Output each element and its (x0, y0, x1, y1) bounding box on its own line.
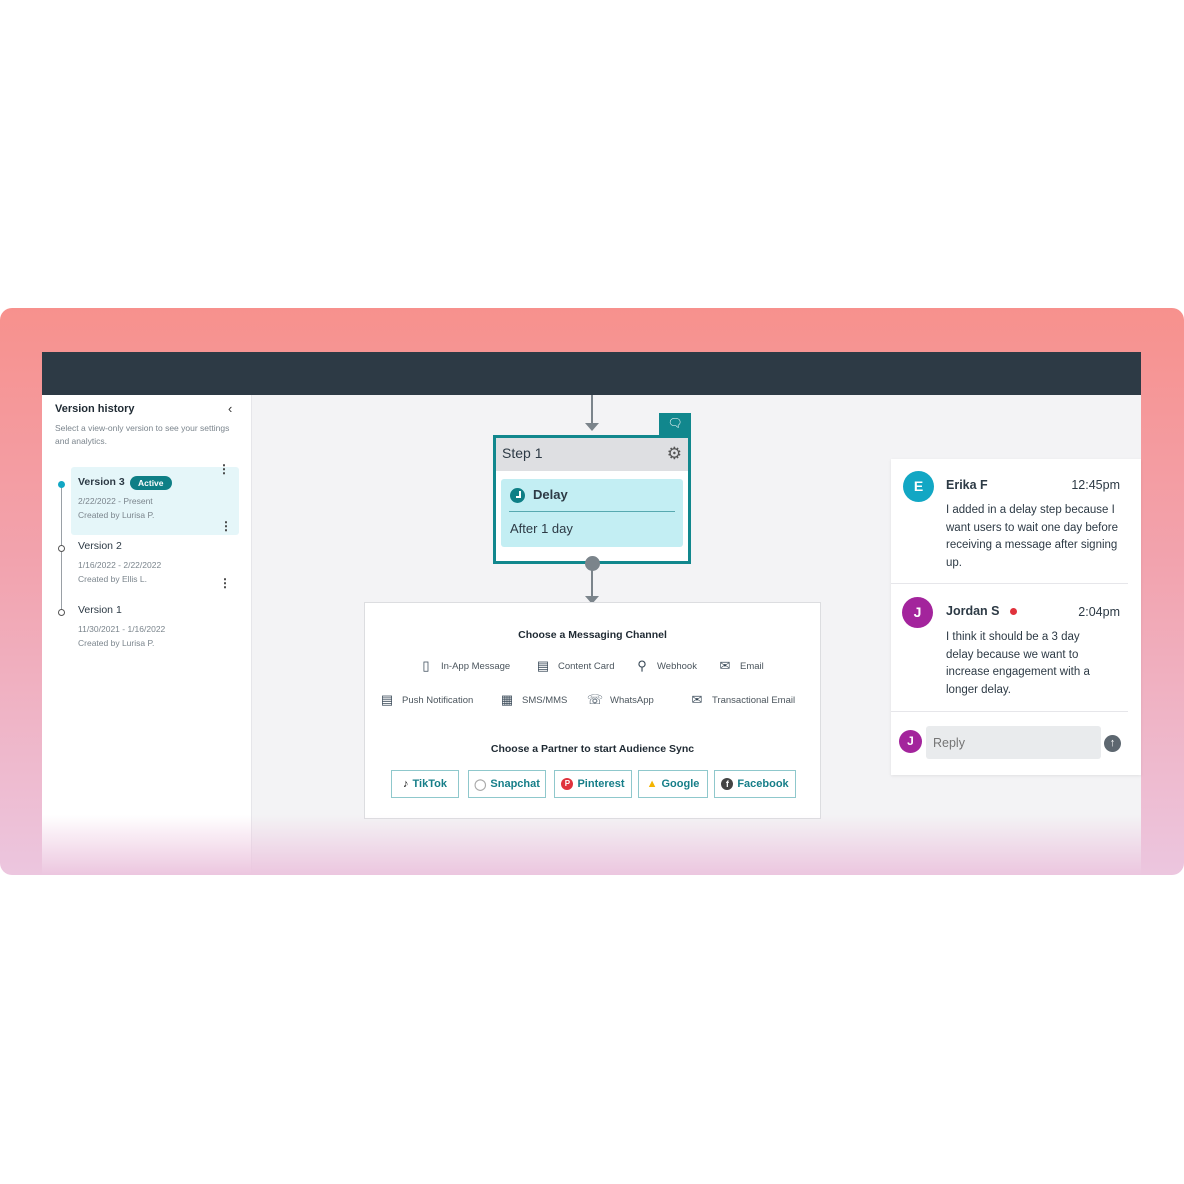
content-card-icon: ▤ (536, 658, 550, 673)
snapchat-icon: ◯ (474, 778, 487, 791)
pinterest-icon: P (561, 778, 574, 790)
channel-in-app-message[interactable]: ▯ In-App Message (418, 658, 510, 674)
tiktok-icon: ♪ (403, 778, 409, 790)
google-ads-icon: ▲ (646, 778, 658, 790)
version-author: Created by Ellis L. (78, 574, 147, 584)
step-title: Step 1 (496, 438, 688, 471)
partner-chooser-title: Choose a Partner to start Audience Sync (490, 743, 695, 755)
channel-transactional-email[interactable]: ✉ Transactional Email (689, 692, 796, 708)
reply-input[interactable] (926, 726, 1101, 759)
phone-icon: ▯ (422, 658, 430, 673)
comment-text: I think it should be a 3 day delay becau… (946, 631, 1090, 696)
partner-facebook[interactable]: f Facebook (714, 770, 796, 798)
comment-time: 12:45pm (1071, 478, 1120, 492)
partner-pinterest[interactable]: P Pinterest (554, 770, 632, 798)
comment-author: Jordan S (946, 604, 1000, 618)
delay-title: Delay (533, 487, 568, 502)
version-history-sidebar: Version history ‹ Select a view-only ver… (42, 395, 252, 875)
channel-label: WhatsApp (610, 694, 654, 706)
channel-webhook[interactable]: ⚲ Webhook (634, 658, 697, 674)
whatsapp-icon: ☏ (586, 692, 604, 707)
avatar: J (902, 597, 933, 628)
partner-label: Pinterest (577, 778, 625, 790)
channel-label: Content Card (558, 660, 615, 672)
connector-node[interactable] (585, 556, 600, 571)
clock-icon (510, 488, 525, 503)
sidebar-subtitle: Select a view-only version to see your s… (55, 423, 230, 446)
chevron-left-icon[interactable]: ‹ (228, 401, 232, 416)
divider (509, 511, 675, 512)
divider (891, 711, 1128, 712)
unread-dot (1010, 608, 1017, 615)
channel-label: Transactional Email (712, 694, 796, 706)
version-item-2[interactable]: Version 2 1/16/2022 - 2/22/2022 Created … (71, 531, 239, 599)
version-dates: 1/16/2022 - 2/22/2022 (78, 560, 162, 570)
comment: J Jordan S 2:04pm I think it should be a… (891, 584, 1128, 711)
send-arrow-icon[interactable]: ↑ (1104, 735, 1121, 752)
channel-chooser: Choose a Messaging Channel ▯ In-App Messa… (364, 602, 821, 819)
channel-label: In-App Message (441, 660, 511, 672)
connector-line (591, 570, 593, 596)
envelope-icon: ✉ (719, 658, 731, 673)
delay-block[interactable]: Delay After 1 day (501, 479, 683, 547)
comment-author: Erika F (946, 478, 988, 492)
partner-tiktok[interactable]: ♪ TikTok (391, 770, 459, 798)
channel-label: Webhook (657, 660, 697, 672)
partner-snapchat[interactable]: ◯ Snapchat (468, 770, 546, 798)
comments-panel: E Erika F 12:45pm I added in a delay ste… (891, 459, 1141, 775)
version-author: Created by Lurisa P. (78, 638, 155, 648)
version-item-1[interactable]: Version 1 11/30/2021 - 1/16/2022 Created… (71, 595, 239, 663)
more-options-icon[interactable]: ⋮ (219, 577, 231, 589)
step-card[interactable]: Step 1 ⚙ Delay After 1 day (493, 435, 691, 564)
version-name: Version 3 (78, 476, 125, 488)
version-item-3[interactable]: Version 3 Active 2/22/2022 - Present Cre… (71, 463, 239, 535)
more-options-icon[interactable]: ⋮ (218, 463, 230, 475)
partner-label: Snapchat (490, 778, 540, 790)
channel-whatsapp[interactable]: ☏ WhatsApp (587, 692, 654, 708)
bottom-fade (42, 815, 1141, 875)
comment-time: 2:04pm (1078, 605, 1120, 619)
more-options-icon[interactable]: ⋮ (220, 520, 232, 532)
channel-chooser-title: Choose a Messaging Channel (518, 629, 667, 641)
transactional-email-icon: ✉ (691, 692, 703, 707)
avatar: E (903, 471, 934, 502)
connector-line (591, 395, 593, 423)
partner-google[interactable]: ▲ Google (638, 770, 708, 798)
timeline-dot-active (58, 481, 65, 488)
comment-icon[interactable]: 🗨 (659, 413, 691, 436)
partner-label: TikTok (412, 778, 447, 790)
webhook-icon: ⚲ (637, 658, 647, 673)
channel-content-card[interactable]: ▤ Content Card (535, 658, 615, 674)
gear-icon[interactable]: ⚙ (667, 444, 682, 464)
channel-email[interactable]: ✉ Email (717, 658, 764, 674)
partner-label: Facebook (737, 778, 789, 790)
version-dates: 11/30/2021 - 1/16/2022 (78, 624, 166, 634)
partner-label: Google (661, 778, 700, 790)
chat-bubble-icon: ▦ (500, 692, 514, 707)
facebook-icon: f (721, 778, 734, 790)
channel-push-notification[interactable]: ▤ Push Notification (379, 692, 473, 708)
comment-text: I added in a delay step because I want u… (946, 504, 1118, 569)
push-notification-icon: ▤ (380, 692, 394, 707)
version-dates: 2/22/2022 - Present (78, 496, 153, 506)
version-name: Version 2 (78, 540, 122, 552)
channel-sms-mms[interactable]: ▦ SMS/MMS (499, 692, 568, 708)
timeline-dot (58, 545, 65, 552)
top-bar (42, 352, 1141, 395)
channel-label: Push Notification (402, 694, 474, 706)
timeline-dot (58, 609, 65, 616)
comment: E Erika F 12:45pm I added in a delay ste… (891, 459, 1128, 584)
active-badge: Active (130, 476, 172, 490)
version-name: Version 1 (78, 604, 122, 616)
channel-label: SMS/MMS (522, 694, 568, 706)
sidebar-title: Version history (55, 403, 135, 415)
arrow-down-icon (585, 423, 599, 431)
delay-detail: After 1 day (510, 521, 573, 536)
channel-label: Email (740, 660, 764, 672)
avatar: J (899, 730, 922, 753)
version-author: Created by Lurisa P. (78, 510, 155, 520)
